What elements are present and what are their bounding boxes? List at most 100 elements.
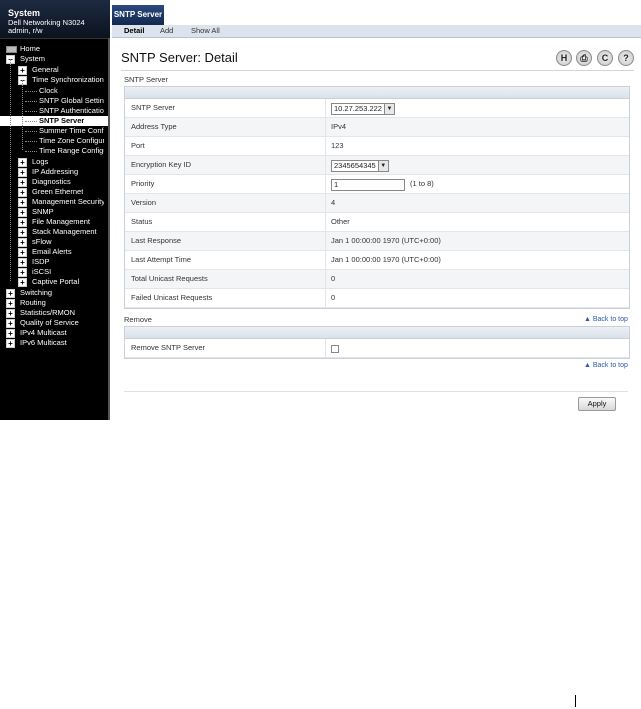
- sidebar-item-ipv6-multicast[interactable]: + IPv6 Multicast: [0, 338, 108, 348]
- help-icon[interactable]: ?: [618, 50, 634, 66]
- expand-icon[interactable]: +: [6, 329, 15, 338]
- print-icon[interactable]: ⎙: [576, 50, 592, 66]
- sidebar-item-time-zone-configuration[interactable]: Time Zone Configuration: [0, 136, 108, 146]
- back-to-top-link[interactable]: ▲ Back to top: [584, 316, 628, 323]
- sidebar-item-label: Green Ethernet: [32, 187, 84, 196]
- sidebar-item-label: sFlow: [32, 237, 52, 246]
- sidebar-item-file-management[interactable]: + File Management: [0, 217, 108, 227]
- sidebar-item-summer-time-configuration[interactable]: Summer Time Configuration: [0, 126, 108, 136]
- expand-icon[interactable]: +: [6, 309, 15, 318]
- apply-button[interactable]: Apply: [578, 397, 616, 411]
- sidebar-item-green-ethernet[interactable]: + Green Ethernet: [0, 187, 108, 197]
- page-margin-rule: [575, 695, 576, 707]
- sidebar-item-management-security[interactable]: + Management Security: [0, 197, 108, 207]
- section-label-sntp-server: SNTP Server: [124, 75, 169, 84]
- remove-sntp-server-checkbox[interactable]: [331, 345, 339, 353]
- expand-icon[interactable]: +: [18, 158, 27, 167]
- sidebar-item-sntp-global-settings[interactable]: SNTP Global Settings: [0, 96, 108, 106]
- sidebar-item-label: SNTP Server: [39, 116, 85, 125]
- column-divider: [325, 289, 326, 307]
- sidebar-item-snmp[interactable]: + SNMP: [0, 207, 108, 217]
- expand-icon[interactable]: +: [18, 228, 27, 237]
- sidebar-item-label: SNTP Global Settings: [39, 96, 104, 105]
- expand-icon[interactable]: +: [18, 238, 27, 247]
- expand-icon[interactable]: +: [18, 208, 27, 217]
- chevron-down-icon[interactable]: ▼: [377, 161, 388, 171]
- sidebar-item-label: IPv6 Multicast: [20, 338, 67, 347]
- back-to-top-label: Back to top: [592, 362, 628, 369]
- expand-icon[interactable]: +: [18, 278, 27, 287]
- expand-icon[interactable]: +: [18, 218, 27, 227]
- expand-icon[interactable]: +: [18, 168, 27, 177]
- sidebar-item-switching[interactable]: + Switching: [0, 288, 108, 298]
- refresh-icon[interactable]: C: [597, 50, 613, 66]
- status-label: Status: [131, 217, 153, 226]
- last-attempt-time-value: Jan 1 00:00:00 1970 (UTC+0:00): [331, 255, 441, 264]
- expand-icon[interactable]: +: [18, 268, 27, 277]
- sidebar-item-ipv4-multicast[interactable]: + IPv4 Multicast: [0, 328, 108, 338]
- sidebar-item-sflow[interactable]: + sFlow: [0, 237, 108, 247]
- sidebar-item-label: ISDP: [32, 257, 50, 266]
- sntp-server-select[interactable]: 10.27.253.222 ▼: [331, 103, 395, 115]
- sidebar-item-routing[interactable]: + Routing: [0, 298, 108, 308]
- expand-icon[interactable]: +: [18, 178, 27, 187]
- panel-header: [125, 327, 629, 339]
- chevron-down-icon[interactable]: ▼: [383, 104, 394, 114]
- sidebar-item-diagnostics[interactable]: + Diagnostics: [0, 177, 108, 187]
- address-type-label: Address Type: [131, 122, 177, 131]
- row-sntp-server: SNTP Server 10.27.253.222 ▼: [125, 99, 629, 118]
- tab-sntp-server[interactable]: SNTP Server: [112, 5, 164, 25]
- subtab-show-all[interactable]: Show All: [191, 25, 220, 37]
- sidebar-item-iscsi[interactable]: + iSCSI: [0, 267, 108, 277]
- encryption-key-id-select[interactable]: 2345654345 ▼: [331, 160, 389, 172]
- port-label: Port: [131, 141, 145, 150]
- row-last-attempt-time: Last Attempt Time Jan 1 00:00:00 1970 (UT…: [125, 251, 629, 270]
- expand-icon[interactable]: +: [6, 339, 15, 348]
- encryption-key-id-selected-value: 2345654345: [334, 161, 376, 170]
- subtab-detail[interactable]: Detail: [124, 25, 144, 37]
- sidebar-item-time-synchronization[interactable]: − Time Synchronization: [0, 75, 108, 85]
- sidebar-item-logs[interactable]: + Logs: [0, 157, 108, 167]
- expand-icon[interactable]: +: [6, 299, 15, 308]
- row-version: Version 4: [125, 194, 629, 213]
- expand-icon[interactable]: +: [18, 198, 27, 207]
- subtab-add[interactable]: Add: [160, 25, 173, 37]
- expand-icon[interactable]: +: [6, 319, 15, 328]
- sidebar-item-label: Time Zone Configuration: [39, 136, 104, 145]
- row-total-unicast-requests: Total Unicast Requests 0: [125, 270, 629, 289]
- sidebar-item-sntp-authentication[interactable]: SNTP Authentication: [0, 106, 108, 116]
- sidebar-item-email-alerts[interactable]: + Email Alerts: [0, 247, 108, 257]
- column-divider: [325, 194, 326, 212]
- column-divider: [325, 118, 326, 136]
- priority-input[interactable]: 1: [331, 179, 405, 191]
- expand-icon[interactable]: +: [18, 188, 27, 197]
- sidebar-item-ip-addressing[interactable]: + IP Addressing: [0, 167, 108, 177]
- footer-divider: [124, 391, 628, 392]
- sntp-server-panel: SNTP Server 10.27.253.222 ▼ Address Type IPv…: [124, 86, 630, 309]
- row-status: Status Other: [125, 213, 629, 232]
- sidebar-item-sntp-server[interactable]: SNTP Server: [0, 116, 108, 126]
- sidebar-item-home[interactable]: Home: [0, 44, 108, 54]
- remove-sntp-server-label: Remove SNTP Server: [131, 343, 206, 352]
- expand-icon[interactable]: +: [6, 289, 15, 298]
- sidebar-item-stack-management[interactable]: + Stack Management: [0, 227, 108, 237]
- sidebar-item-isdp[interactable]: + ISDP: [0, 257, 108, 267]
- save-icon[interactable]: H: [556, 50, 572, 66]
- sidebar-item-captive-portal[interactable]: + Captive Portal: [0, 277, 108, 287]
- sidebar-item-system[interactable]: − System: [0, 54, 108, 64]
- priority-range-hint: (1 to 8): [410, 179, 434, 188]
- expand-icon[interactable]: +: [18, 258, 27, 267]
- address-type-value: IPv4: [331, 122, 347, 131]
- back-to-top-link-bottom[interactable]: ▲ Back to top: [584, 362, 628, 369]
- expand-icon[interactable]: +: [18, 248, 27, 257]
- row-failed-unicast-requests: Failed Unicast Requests 0: [125, 289, 629, 308]
- expand-icon[interactable]: +: [18, 66, 27, 75]
- sidebar-item-general[interactable]: + General: [0, 65, 108, 75]
- sidebar-item-clock[interactable]: Clock: [0, 86, 108, 96]
- row-address-type: Address Type IPv4: [125, 118, 629, 137]
- sidebar-item-time-range-configuration[interactable]: Time Range Configuration: [0, 146, 108, 156]
- sidebar-item-quality-of-service[interactable]: + Quality of Service: [0, 318, 108, 328]
- sidebar-item-label: File Management: [32, 217, 90, 226]
- sidebar-item-statistics-rmon[interactable]: + Statistics/RMON: [0, 308, 108, 318]
- sidebar-scrollbar[interactable]: [108, 38, 110, 420]
